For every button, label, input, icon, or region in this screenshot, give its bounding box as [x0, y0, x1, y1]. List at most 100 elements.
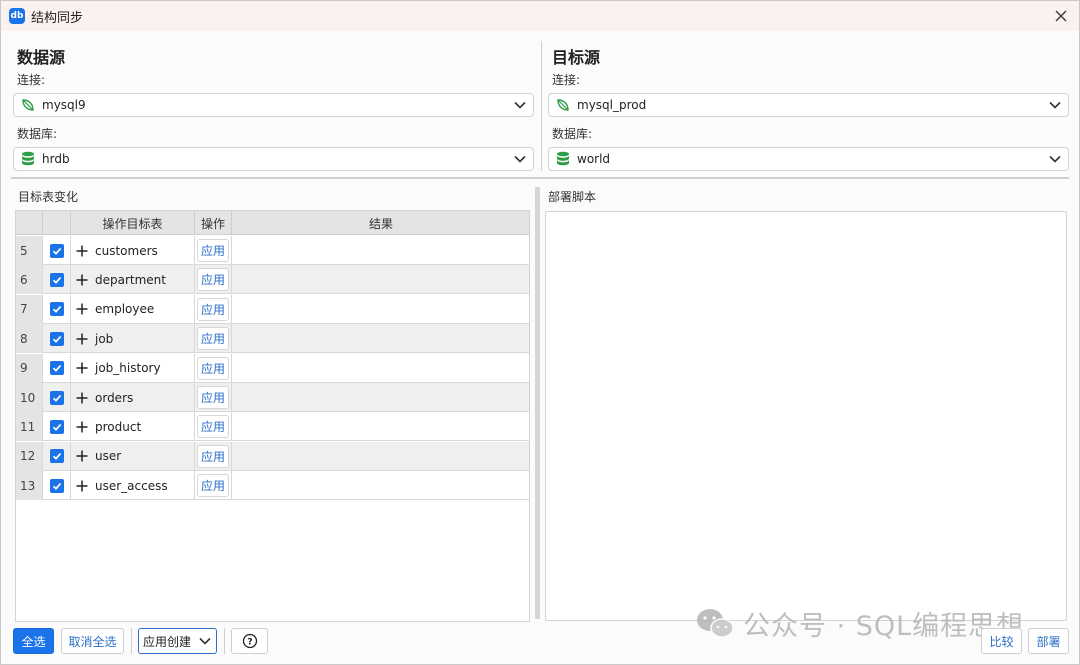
deselect-all-button[interactable]: 取消全选 [61, 628, 124, 654]
table-row[interactable]: 10 orders 应用 [16, 383, 529, 412]
result-cell [232, 442, 529, 471]
table-row[interactable]: 9 job_history 应用 [16, 353, 529, 383]
table-header: 操作目标表 操作 结果 [16, 211, 529, 235]
table-row[interactable]: 5 customers 应用 [16, 236, 529, 265]
apply-button[interactable]: 应用 [197, 239, 229, 262]
row-checkbox-cell [43, 353, 71, 383]
operation-cell: 应用 [195, 383, 232, 412]
checkmark-icon [52, 423, 61, 431]
table-name: job_history [95, 361, 161, 376]
row-checkbox[interactable] [49, 331, 64, 346]
target-table-cell: job [71, 324, 195, 354]
deploy-button[interactable]: 部署 [1028, 628, 1069, 654]
row-checkbox[interactable] [49, 478, 64, 493]
row-checkbox[interactable] [49, 361, 64, 376]
compare-button[interactable]: 比较 [981, 628, 1022, 654]
target-database-select[interactable]: world [548, 147, 1069, 171]
row-checkbox[interactable] [49, 272, 64, 287]
apply-button[interactable]: 应用 [197, 474, 229, 498]
row-checkbox-cell [43, 383, 71, 412]
section-divider [11, 177, 1069, 179]
target-connection-select[interactable]: mysql_prod [548, 93, 1069, 117]
row-number: 11 [16, 412, 43, 442]
target-table-cell: user_access [71, 471, 195, 501]
source-connection-label: 连接: [17, 73, 46, 87]
table-row[interactable]: 6 department 应用 [16, 265, 529, 295]
row-checkbox-cell [43, 412, 71, 442]
checkmark-icon [52, 482, 61, 490]
target-heading: 目标源 [552, 48, 601, 67]
apply-button[interactable]: 应用 [197, 386, 229, 409]
chevron-down-icon [199, 637, 211, 645]
table-name: job [95, 331, 114, 346]
row-number: 5 [16, 236, 43, 265]
row-checkbox-cell [43, 236, 71, 265]
header-select[interactable] [43, 211, 71, 235]
toolbar-separator [224, 628, 225, 654]
splitter-handle[interactable] [535, 187, 540, 619]
result-cell [232, 295, 529, 324]
apply-button[interactable]: 应用 [197, 297, 229, 321]
target-connection-value: mysql_prod [577, 98, 647, 112]
plus-icon [76, 274, 88, 286]
row-checkbox[interactable] [49, 243, 64, 258]
header-operation[interactable]: 操作 [195, 211, 232, 235]
plus-icon [76, 392, 88, 403]
result-cell [232, 412, 529, 441]
checkmark-icon [52, 276, 61, 284]
row-number: 12 [16, 441, 43, 471]
target-table-cell: customers [71, 236, 195, 265]
apply-mode-select[interactable]: 应用创建 [138, 628, 217, 654]
header-result[interactable]: 结果 [232, 211, 529, 235]
plus-icon [76, 333, 88, 345]
checkmark-icon [52, 247, 61, 255]
row-checkbox[interactable] [49, 419, 64, 434]
close-button[interactable] [1051, 6, 1071, 26]
apply-button[interactable]: 应用 [197, 415, 229, 439]
source-database-label: 数据库: [17, 127, 58, 141]
result-cell [232, 354, 529, 383]
wechat-icon [697, 608, 734, 638]
table-row[interactable]: 7 employee 应用 [16, 294, 529, 324]
watermark: 公众号 · SQL编程思想 [695, 604, 1024, 643]
chevron-down-icon [1049, 155, 1061, 163]
operation-cell: 应用 [195, 265, 232, 295]
app-logo-icon: db [9, 8, 25, 24]
row-number: 10 [16, 383, 43, 412]
table-name: user_access [95, 478, 168, 493]
result-cell [232, 265, 529, 294]
source-connection-select[interactable]: mysql9 [13, 93, 534, 117]
row-checkbox-cell [43, 265, 71, 295]
table-row[interactable]: 13 user_access 应用 [16, 471, 529, 501]
help-button[interactable]: ? [231, 628, 268, 654]
table-row[interactable]: 12 user 应用 [16, 441, 529, 471]
mysql-leaf-icon [555, 97, 571, 113]
plus-icon [76, 303, 88, 315]
header-rownum [16, 211, 43, 235]
row-checkbox[interactable] [49, 302, 64, 317]
source-database-select[interactable]: hrdb [13, 147, 534, 171]
row-checkbox[interactable] [49, 390, 64, 405]
operation-cell: 应用 [195, 236, 232, 265]
svg-text:?: ? [247, 638, 252, 648]
header-target-table[interactable]: 操作目标表 [71, 211, 195, 235]
apply-button[interactable]: 应用 [197, 268, 229, 292]
plus-icon [76, 480, 88, 492]
source-heading: 数据源 [17, 48, 66, 67]
apply-button[interactable]: 应用 [197, 356, 229, 380]
row-checkbox-cell [43, 324, 71, 354]
operation-cell: 应用 [195, 471, 232, 501]
result-cell [232, 324, 529, 353]
checkmark-icon [52, 394, 61, 402]
select-all-button[interactable]: 全选 [13, 628, 54, 654]
chevron-down-icon [1049, 101, 1061, 109]
apply-button[interactable]: 应用 [197, 444, 229, 468]
apply-button[interactable]: 应用 [197, 327, 229, 351]
table-row[interactable]: 8 job 应用 [16, 324, 529, 354]
table-row[interactable]: 11 product 应用 [16, 412, 529, 442]
changes-table: 操作目标表 操作 结果 5 customers 应用 6 department 应用 7 em… [15, 210, 530, 622]
chevron-down-icon [514, 101, 526, 109]
deploy-script-editor[interactable] [545, 211, 1067, 621]
row-checkbox[interactable] [49, 449, 64, 464]
result-cell [232, 471, 529, 500]
